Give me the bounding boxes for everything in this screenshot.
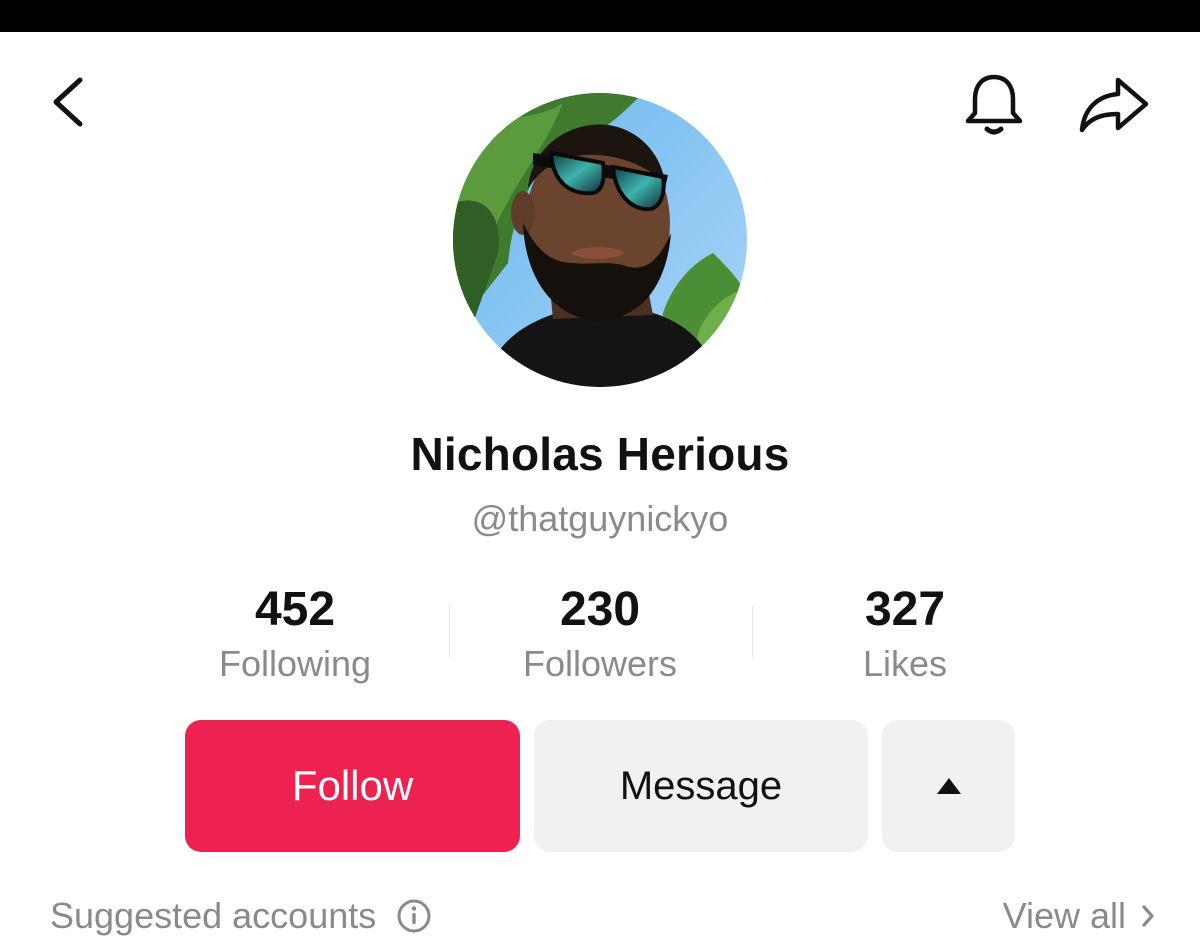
notifications-button[interactable]: [952, 64, 1036, 144]
follow-button-label: Follow: [291, 762, 414, 809]
back-button[interactable]: [36, 66, 100, 138]
share-arrow-icon: [1079, 77, 1149, 133]
avatar[interactable]: [453, 93, 747, 387]
status-bar: [0, 0, 1200, 32]
stat-label: Followers: [522, 643, 678, 684]
username: @thatguynickyo: [471, 498, 729, 539]
stat-value: 327: [864, 583, 946, 636]
message-button-label: Message: [619, 763, 783, 808]
profile-photo: [453, 93, 747, 387]
suggested-accounts-header: Suggested accounts: [50, 890, 432, 942]
bell-icon: [965, 74, 1023, 135]
stat-value: 230: [559, 583, 641, 636]
stat-label: Likes: [862, 643, 948, 684]
triangle-up-icon: [936, 778, 961, 794]
info-icon[interactable]: [396, 898, 432, 934]
stat-divider: [752, 605, 753, 657]
stat-followers[interactable]: 230 Followers: [450, 582, 750, 686]
share-button[interactable]: [1068, 66, 1160, 142]
stat-value: 452: [254, 583, 336, 636]
display-name: Nicholas Herious: [410, 428, 790, 480]
stat-likes[interactable]: 327 Likes: [755, 582, 1055, 686]
chevron-right-icon: [1140, 903, 1156, 929]
view-all-link[interactable]: View all: [1003, 890, 1156, 942]
chevron-left-icon: [53, 77, 83, 127]
view-all-label: View all: [1002, 895, 1126, 936]
suggested-accounts-title: Suggested accounts: [50, 895, 377, 936]
follow-button[interactable]: Follow: [185, 720, 520, 852]
message-button[interactable]: Message: [534, 720, 868, 852]
stat-label: Following: [218, 643, 372, 684]
suggested-toggle-button[interactable]: [882, 720, 1015, 852]
stat-following[interactable]: 452 Following: [145, 582, 445, 686]
